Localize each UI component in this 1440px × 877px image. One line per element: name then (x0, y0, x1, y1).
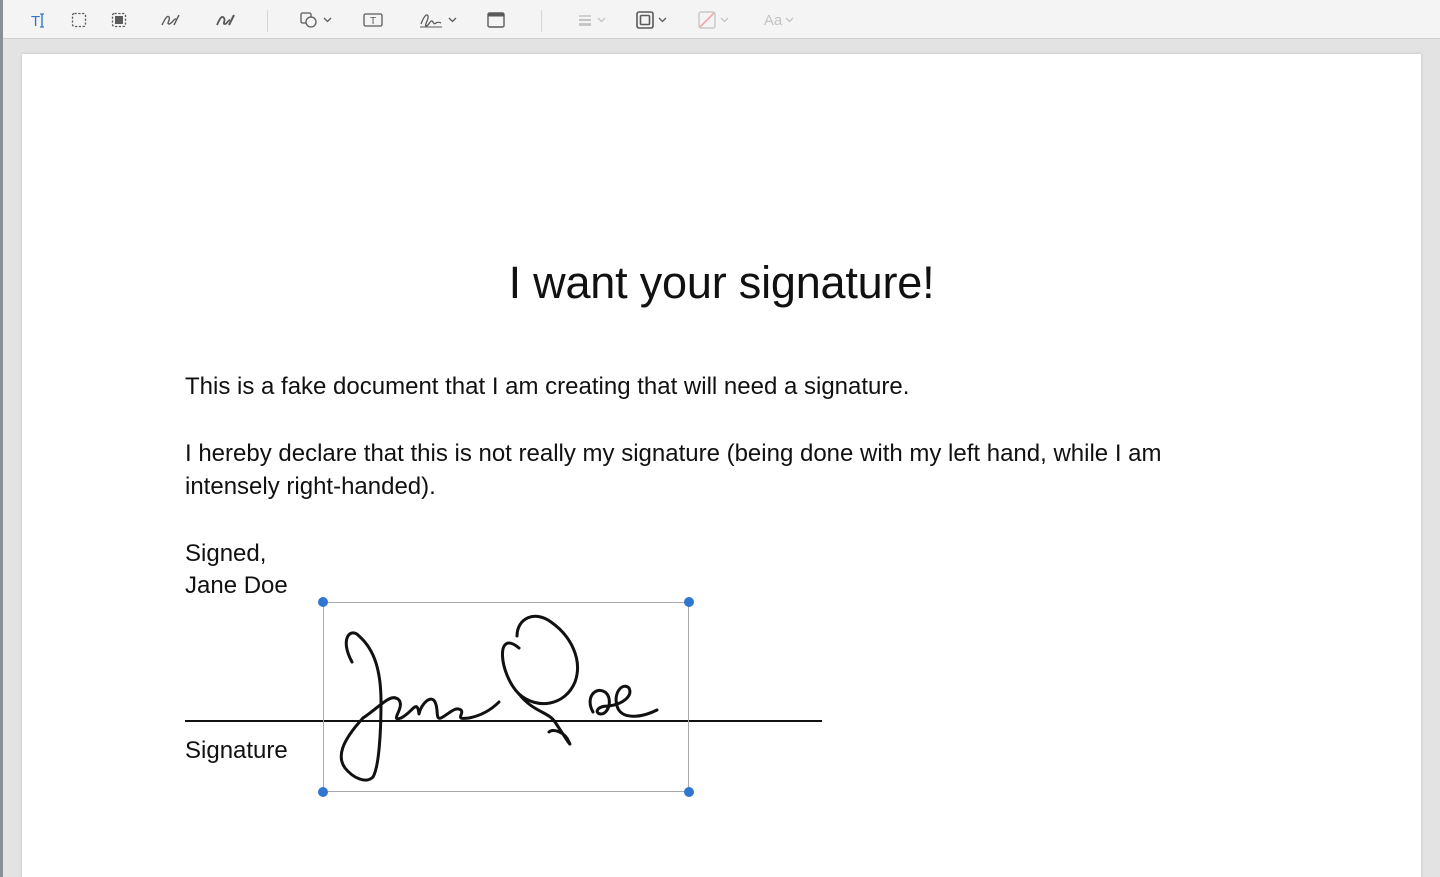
text-box-tool[interactable]: T (361, 7, 385, 33)
shapes-icon (298, 10, 320, 30)
chevron-down-icon (785, 17, 794, 23)
resize-handle-top-left[interactable] (318, 597, 328, 607)
text-cursor-icon: T (29, 10, 49, 30)
border-color-menu-button[interactable] (631, 7, 671, 33)
svg-text:T: T (31, 13, 40, 30)
paragraph-2-line-1: I hereby declare that this is not really… (185, 440, 1162, 467)
markup-toolbar: T T Aa (3, 0, 1440, 39)
fill-color-menu-button[interactable] (693, 7, 733, 33)
shapes-menu-button[interactable] (295, 7, 335, 33)
redact-tool[interactable] (108, 7, 130, 33)
draw-pen-icon (214, 10, 236, 30)
chevron-down-icon (448, 17, 457, 23)
chevron-down-icon (597, 17, 606, 23)
note-tool[interactable] (484, 7, 508, 33)
sign-menu-button[interactable] (415, 7, 459, 33)
document-title: I want your signature! (508, 257, 935, 308)
resize-handle-bottom-left[interactable] (318, 787, 328, 797)
paragraph-2-line-2: intensely right-handed). (185, 473, 436, 500)
paragraph-1: This is a fake document that I am creati… (185, 373, 910, 400)
aa-icon: Aa (763, 11, 783, 29)
chevron-down-icon (323, 17, 332, 23)
toolbar-separator (541, 10, 542, 32)
lines-icon (576, 11, 594, 29)
note-window-icon (486, 11, 506, 29)
chevron-down-icon (658, 17, 667, 23)
fill-slash-icon (697, 10, 717, 30)
resize-handle-bottom-right[interactable] (684, 787, 694, 797)
signature-label: Signature (185, 737, 288, 764)
svg-text:T: T (370, 16, 376, 27)
shape-style-menu-button[interactable] (571, 7, 611, 33)
dashed-rect-icon (70, 11, 88, 29)
signed-text: Signed, (185, 540, 267, 567)
sketch-tool[interactable] (158, 7, 182, 33)
sketch-pen-icon (159, 10, 181, 30)
document-page[interactable]: I want your signature! This is a fake do… (22, 54, 1421, 877)
document-canvas[interactable]: I want your signature! This is a fake do… (3, 39, 1440, 877)
redact-rect-icon (110, 11, 128, 29)
draw-tool[interactable] (213, 7, 237, 33)
signer-name: Jane Doe (185, 572, 288, 599)
resize-handle-top-right[interactable] (684, 597, 694, 607)
rectangular-selection-tool[interactable] (68, 7, 90, 33)
text-style-menu-button[interactable]: Aa (759, 7, 799, 33)
border-square-icon (635, 10, 655, 30)
text-selection-tool[interactable]: T (27, 7, 51, 33)
text-box-icon: T (362, 11, 384, 29)
toolbar-separator (267, 10, 268, 32)
signature-icon (417, 10, 445, 30)
signature-selection-box[interactable] (323, 602, 689, 792)
chevron-down-icon (720, 17, 729, 23)
